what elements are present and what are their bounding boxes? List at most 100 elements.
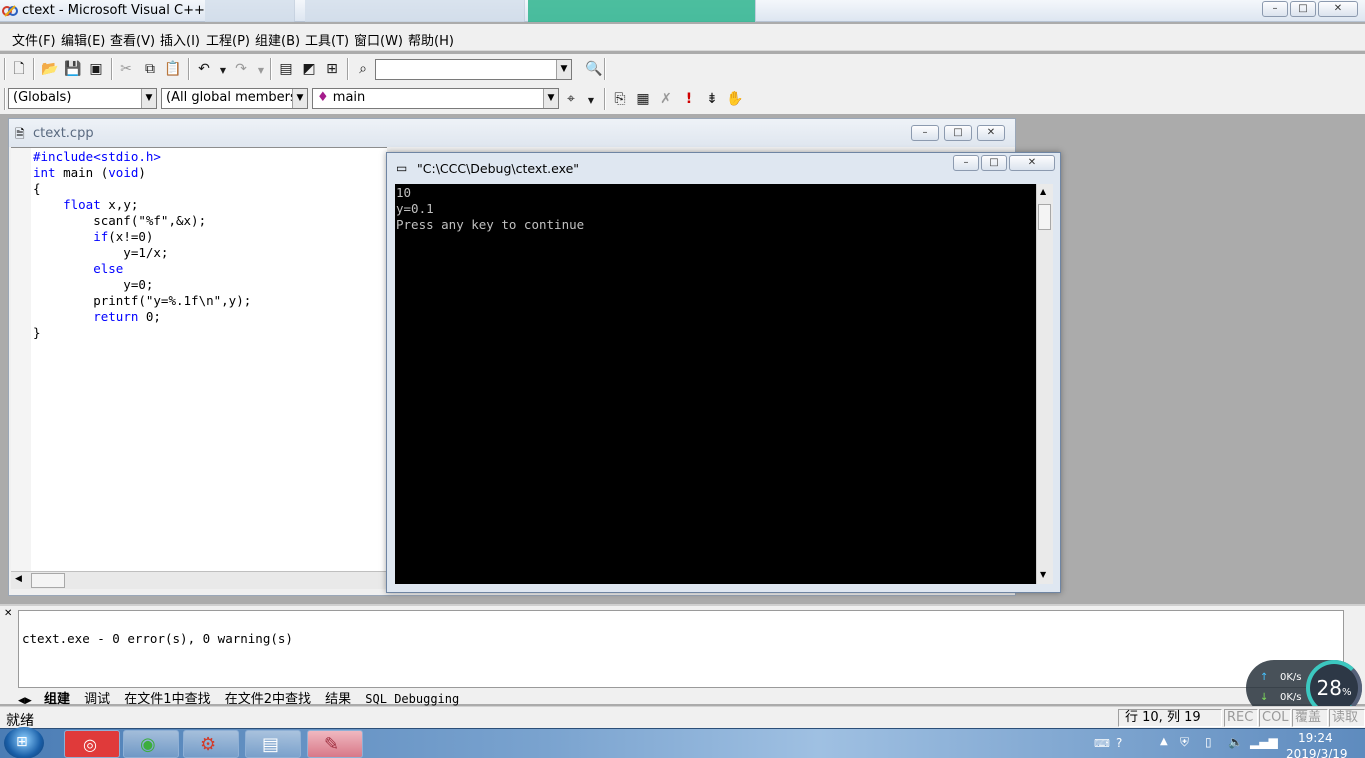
menu-edit[interactable]: 编辑(E) (61, 30, 105, 49)
taskbar-app-visual-cpp[interactable]: ⚙ (183, 730, 239, 758)
scroll-up-icon[interactable]: ▲ (1040, 187, 1046, 196)
console-window[interactable]: ▭ "C:\CCC\Debug\ctext.exe" – □ ✕ 10 y=0.… (386, 152, 1061, 593)
scrollbar-thumb[interactable] (31, 573, 65, 588)
console-maximize-button[interactable]: □ (981, 155, 1007, 171)
tab-scroll-left-icon[interactable]: ◀▶ (18, 696, 32, 706)
go-icon[interactable]: ⇟ (703, 90, 721, 108)
save-icon[interactable]: 💾 (64, 60, 82, 78)
find-icon[interactable]: 🔍 (585, 60, 603, 78)
tray-expand-icon[interactable]: ▲ (1160, 736, 1168, 747)
open-folder-icon[interactable]: 📂 (41, 60, 59, 78)
menu-file[interactable]: 文件(F) (12, 30, 56, 49)
new-text-file-icon[interactable]: 🗋 (10, 60, 28, 78)
save-all-icon[interactable]: ▣ (87, 60, 105, 78)
undo-dropdown-icon[interactable]: ▼ (214, 62, 232, 80)
usage-percent-unit: % (1341, 687, 1352, 698)
editor-gutter (11, 148, 31, 571)
tab-find-in-files-1[interactable]: 在文件1中查找 (124, 692, 210, 707)
breakpoint-hand-icon[interactable]: ✋ (726, 90, 744, 108)
code-line: if(x!=0) (93, 229, 154, 244)
taskbar-app-netease-music[interactable]: ◎ (64, 730, 120, 758)
menu-project[interactable]: 工程(P) (206, 30, 250, 49)
toolbar-grip (4, 88, 6, 110)
filter-combo[interactable]: (All global members ▼ (161, 88, 308, 109)
chevron-down-icon[interactable]: ▼ (292, 89, 307, 108)
console-line: 10 (396, 185, 412, 200)
stop-build-icon[interactable]: ✗ (657, 90, 675, 108)
editor-minimize-button[interactable]: – (911, 125, 939, 141)
background-window-tab[interactable] (528, 0, 756, 22)
taskbar: ⊞ ◎ ◉ ⚙ ▤ ✎ ⌨ ? ▲ ⛨ ▯ 🔈 ▂▄▆ 19:24 2019/3… (0, 727, 1365, 758)
console-vertical-scrollbar[interactable]: ▲ ▼ (1036, 184, 1053, 584)
menu-build[interactable]: 组建(B) (255, 30, 300, 49)
tab-sql-debugging[interactable]: SQL Debugging (365, 692, 459, 706)
paste-icon[interactable]: 📋 (164, 60, 182, 78)
undo-icon[interactable]: ↶ (195, 60, 213, 78)
wizard-actions-icon[interactable]: ⌖ (562, 90, 580, 108)
build-icon[interactable]: ▦ (634, 90, 652, 108)
background-window-tab[interactable] (205, 0, 295, 22)
volume-icon[interactable]: 🔈 (1228, 735, 1243, 749)
help-icon[interactable]: ? (1116, 736, 1122, 750)
redo-dropdown-icon[interactable]: ▼ (252, 62, 270, 80)
editor-horizontal-scrollbar[interactable]: ◀ (11, 571, 387, 589)
scrollbar-thumb[interactable] (1038, 204, 1051, 230)
background-window-tab[interactable] (305, 0, 525, 22)
menu-insert[interactable]: 插入(I) (160, 30, 200, 49)
compile-icon[interactable]: ⎘ (611, 90, 629, 108)
start-button[interactable]: ⊞ (4, 727, 44, 758)
editor-close-button[interactable]: ✕ (977, 125, 1005, 141)
security-shield-icon[interactable]: ⛨ (1180, 735, 1189, 750)
redo-icon[interactable]: ↷ (232, 60, 250, 78)
clock-time[interactable]: 19:24 (1298, 731, 1333, 745)
minimize-button[interactable]: – (1262, 1, 1288, 17)
console-title: "C:\CCC\Debug\ctext.exe" (417, 161, 580, 176)
menu-tools[interactable]: 工具(T) (305, 30, 349, 49)
close-button[interactable]: ✕ (1318, 1, 1358, 17)
network-signal-icon[interactable]: ▂▄▆ (1250, 735, 1278, 749)
copy-icon[interactable]: ⧉ (141, 60, 159, 78)
wizard-actions-dropdown-icon[interactable]: ▼ (582, 92, 600, 110)
chevron-down-icon[interactable]: ▼ (141, 89, 156, 108)
clock-date[interactable]: 2019/3/19 (1286, 747, 1348, 758)
chevron-down-icon[interactable]: ▼ (543, 89, 558, 108)
upload-speed: 0K/s (1280, 672, 1302, 683)
keyboard-icon[interactable]: ⌨ (1094, 737, 1110, 750)
window-list-icon[interactable]: ⊞ (323, 60, 341, 78)
close-pane-icon[interactable]: ✕ (4, 608, 12, 619)
console-screen[interactable]: 10 y=0.1 Press any key to continue (395, 184, 1036, 584)
upload-arrow-icon: ↑ (1260, 672, 1269, 683)
class-combo[interactable]: (Globals) ▼ (8, 88, 157, 109)
taskbar-app-paint[interactable]: ✎ (307, 730, 363, 758)
code-area[interactable]: #include<stdio.h> int main (void) { floa… (11, 147, 387, 571)
output-text-area[interactable]: ctext.exe - 0 error(s), 0 warning(s) (18, 610, 1344, 688)
menu-window[interactable]: 窗口(W) (354, 30, 403, 49)
editor-maximize-button[interactable]: □ (944, 125, 972, 141)
cpp-file-icon: 🗎 (15, 127, 25, 141)
tab-find-in-files-2[interactable]: 在文件2中查找 (225, 692, 311, 707)
battery-icon[interactable]: ▯ (1205, 735, 1212, 749)
status-rec: REC (1224, 709, 1258, 727)
execute-icon[interactable]: ! (680, 90, 698, 108)
console-minimize-button[interactable]: – (953, 155, 979, 171)
scroll-left-icon[interactable]: ◀ (15, 574, 22, 584)
tab-debug[interactable]: 调试 (84, 692, 110, 707)
console-close-button[interactable]: ✕ (1009, 155, 1055, 171)
tab-build[interactable]: 组建 (44, 692, 70, 707)
chevron-down-icon[interactable]: ▼ (556, 60, 571, 79)
scroll-down-icon[interactable]: ▼ (1040, 570, 1046, 579)
visual-cpp-icon: ⚙ (200, 734, 217, 755)
member-combo[interactable]: ♦ main ▼ (312, 88, 559, 109)
paint-icon: ✎ (324, 734, 340, 755)
output-window-icon[interactable]: ◩ (300, 60, 318, 78)
tab-results[interactable]: 结果 (325, 692, 351, 707)
menu-help[interactable]: 帮助(H) (408, 30, 454, 49)
taskbar-app-console[interactable]: ▤ (245, 730, 301, 758)
taskbar-app-browser[interactable]: ◉ (123, 730, 179, 758)
workspace-icon[interactable]: ▤ (277, 60, 295, 78)
cut-icon[interactable]: ✂ (117, 60, 135, 78)
find-in-files-icon[interactable]: ⌕ (354, 60, 372, 78)
maximize-button[interactable]: □ (1290, 1, 1316, 17)
find-combo[interactable]: ▼ (375, 59, 572, 80)
menu-view[interactable]: 查看(V) (110, 30, 155, 49)
